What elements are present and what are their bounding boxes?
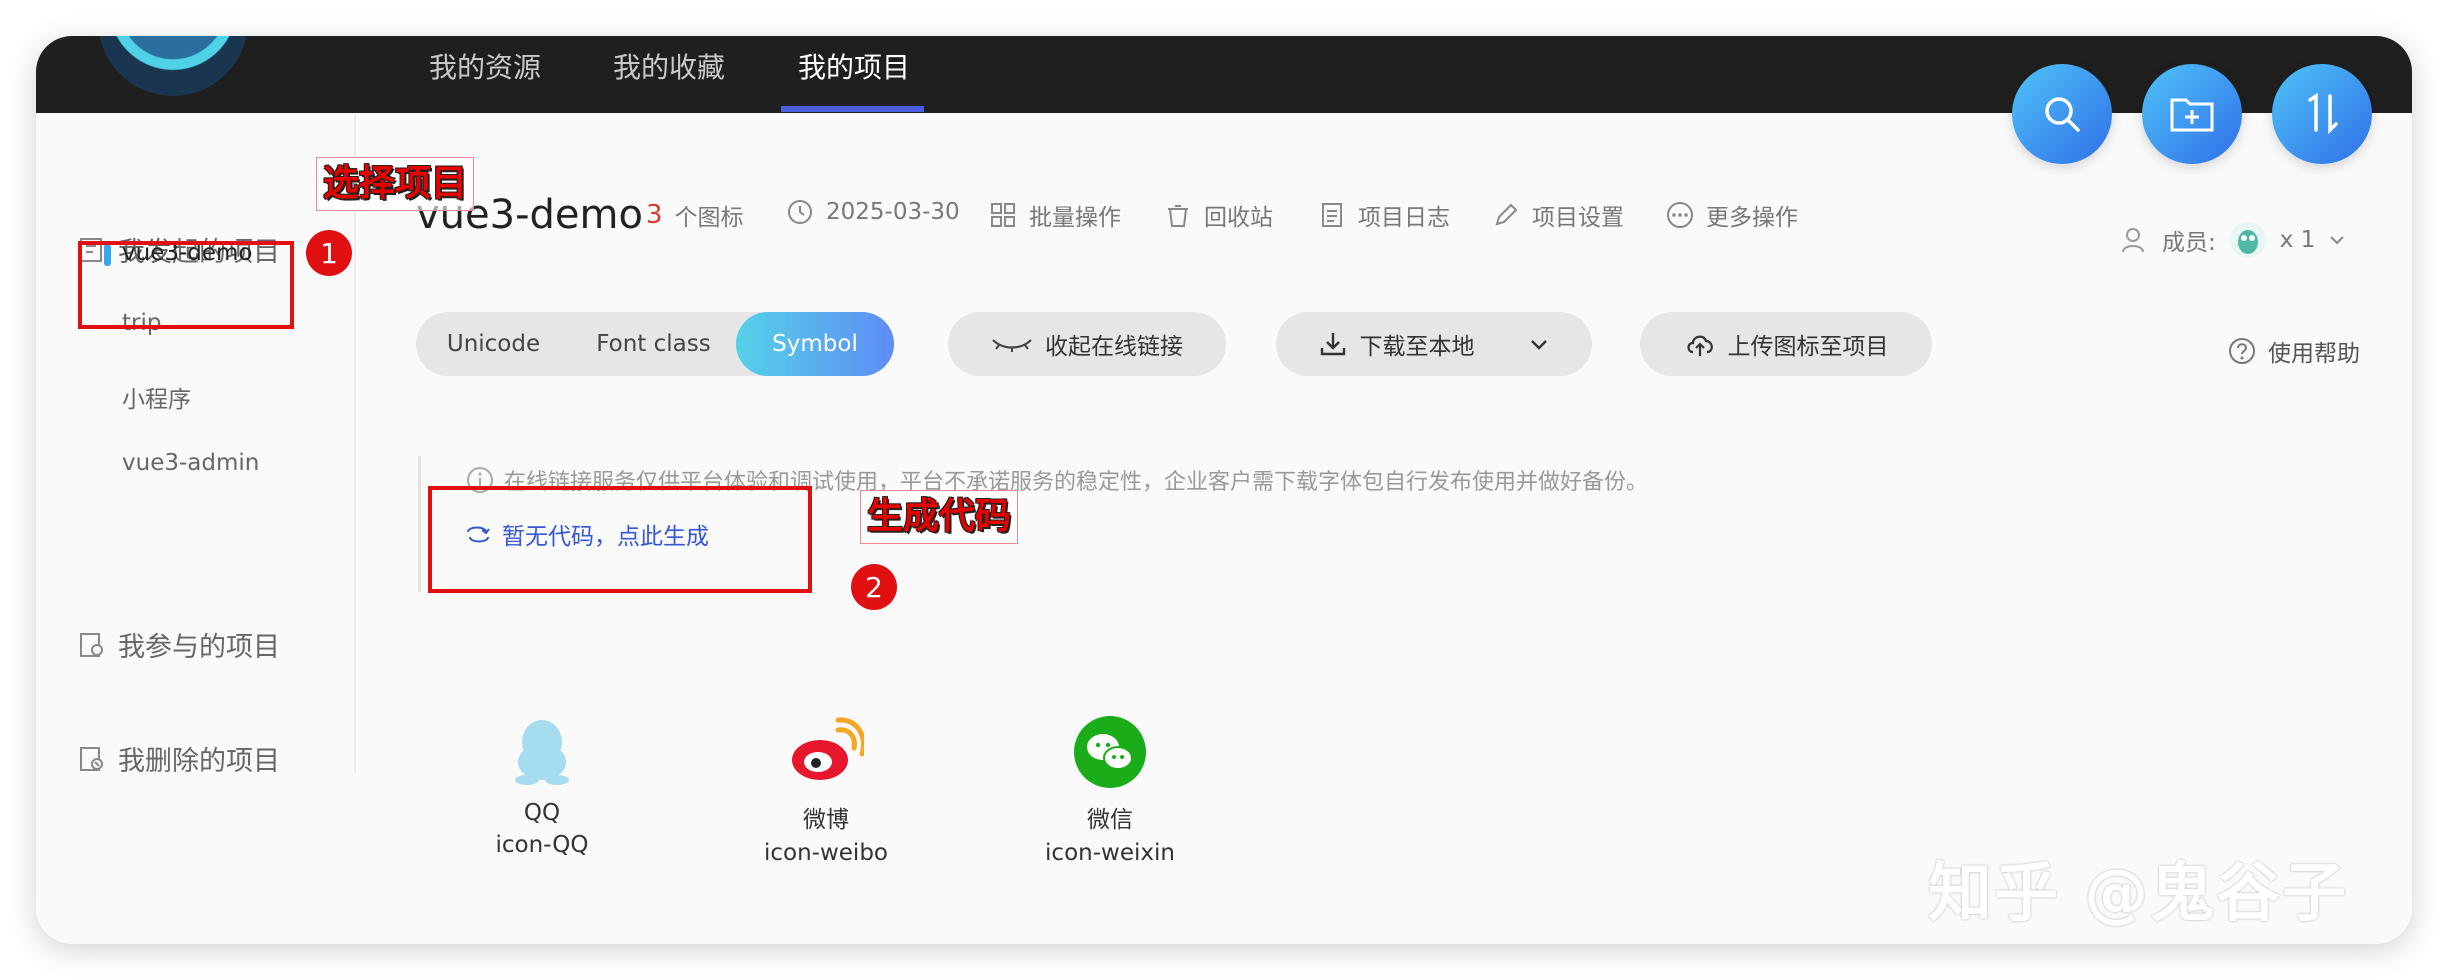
annotation-badge-1: 1 xyxy=(306,230,352,276)
folder-add-icon xyxy=(2170,98,2214,132)
annotation-box-generate-code xyxy=(428,486,812,593)
search-button[interactable] xyxy=(2012,64,2112,164)
batch-ops-button[interactable]: 批量操作 xyxy=(989,198,1121,232)
project-settings-button[interactable]: 项目设置 xyxy=(1492,198,1624,232)
help-label: 使用帮助 xyxy=(2268,341,2360,367)
nav-my-resources[interactable]: 我的资源 xyxy=(429,46,541,86)
deleted-icon xyxy=(80,746,103,771)
batch-ops-label: 批量操作 xyxy=(1029,205,1121,231)
weibo-icon xyxy=(792,717,864,780)
sidebar-project-miniprogram[interactable]: 小程序 xyxy=(122,380,191,414)
annotation-label-select-project: 选择项目 xyxy=(316,157,475,211)
qq-icon xyxy=(515,720,569,785)
icon-count-unit: 个图标 xyxy=(674,205,744,231)
project-date-text: 2025-03-30 xyxy=(826,199,960,225)
sidebar: 我发起的项目 vue3-demo trip 小程序 vue3-admin 我参与… xyxy=(36,113,356,777)
new-folder-button[interactable] xyxy=(2142,64,2242,164)
user-icon xyxy=(2122,228,2144,253)
nav-my-projects[interactable]: 我的项目 xyxy=(798,46,910,86)
edit-icon xyxy=(1495,203,1518,226)
grid-icon xyxy=(991,203,1015,227)
collapse-link-label: 收起在线链接 xyxy=(1045,334,1183,360)
sidebar-group-label: 我参与的项目 xyxy=(118,632,280,663)
icon-name: QQ xyxy=(523,800,561,826)
eye-closed-icon xyxy=(992,339,1032,352)
upload-icons-button[interactable]: 上传图标至项目 xyxy=(1640,312,1932,376)
icon-card-qq[interactable]: QQ icon-QQ xyxy=(442,716,642,858)
annotation-badge-2: 2 xyxy=(851,564,897,610)
watermark: 知乎 @鬼谷子 xyxy=(1928,857,2349,931)
sort-icon xyxy=(2308,92,2338,135)
site-logo[interactable] xyxy=(98,36,248,96)
clock-icon xyxy=(788,200,812,224)
annotation-box-select-project xyxy=(78,241,294,329)
log-icon xyxy=(1322,203,1342,227)
download-label: 下载至本地 xyxy=(1359,334,1475,360)
more-actions-button[interactable]: 更多操作 xyxy=(1666,198,1798,232)
nav-active-indicator xyxy=(781,106,924,112)
help-link[interactable]: 使用帮助 xyxy=(2228,334,2360,368)
download-icon xyxy=(1320,333,1345,356)
icon-name: 微信 xyxy=(1087,807,1133,833)
icon-count: 3 个图标 xyxy=(646,198,744,232)
project-log-button[interactable]: 项目日志 xyxy=(1318,198,1450,232)
recycle-bin-label: 回收站 xyxy=(1204,205,1273,231)
app-window: 我的资源 我的收藏 我的项目 我发起的项目 vue3-demo trip 小程序… xyxy=(36,36,2412,944)
sort-button[interactable] xyxy=(2272,64,2372,164)
recycle-bin-button[interactable]: 回收站 xyxy=(1164,198,1273,232)
more-icon xyxy=(1667,202,1693,228)
sidebar-group-participated[interactable]: 我参与的项目 xyxy=(78,625,280,664)
participated-icon xyxy=(80,632,103,657)
nav-my-favorites[interactable]: 我的收藏 xyxy=(613,46,725,86)
project-date: 2025-03-30 xyxy=(786,198,960,226)
avatar xyxy=(2229,222,2266,258)
format-tabs: Unicode Font class Symbol xyxy=(416,312,894,376)
members-count: x 1 xyxy=(2279,227,2316,253)
tab-unicode[interactable]: Unicode xyxy=(416,312,571,376)
icon-code: icon-QQ xyxy=(495,832,589,858)
download-button[interactable]: 下载至本地 xyxy=(1276,312,1592,376)
chevron-down-icon xyxy=(2330,236,2345,245)
upload-icons-label: 上传图标至项目 xyxy=(1727,334,1889,360)
annotation-label-generate-code: 生成代码 xyxy=(860,490,1019,544)
icon-count-number: 3 xyxy=(646,200,663,230)
more-actions-label: 更多操作 xyxy=(1706,205,1798,231)
members-dropdown[interactable]: 成员: x 1 xyxy=(2120,220,2347,260)
sidebar-group-deleted[interactable]: 我删除的项目 xyxy=(78,739,280,778)
sidebar-project-vue3-admin[interactable]: vue3-admin xyxy=(122,450,259,476)
search-icon xyxy=(2045,97,2080,132)
question-icon xyxy=(2229,338,2255,364)
icon-code: icon-weibo xyxy=(763,840,888,866)
icon-name: 微博 xyxy=(803,807,849,833)
icon-card-weibo[interactable]: 微博 icon-weibo xyxy=(726,716,926,866)
members-label: 成员: xyxy=(2162,230,2216,256)
sidebar-group-label: 我删除的项目 xyxy=(118,746,280,777)
project-settings-label: 项目设置 xyxy=(1532,205,1624,231)
tab-symbol[interactable]: Symbol xyxy=(736,312,894,376)
wechat-icon xyxy=(1074,716,1146,788)
chevron-down-icon xyxy=(1530,340,1547,350)
cloud-upload-icon xyxy=(1686,335,1713,356)
collapse-link-button[interactable]: 收起在线链接 xyxy=(948,312,1226,376)
project-log-label: 项目日志 xyxy=(1358,205,1450,231)
trash-icon xyxy=(1168,205,1188,227)
icon-code: icon-weixin xyxy=(1045,840,1175,866)
icon-card-weixin[interactable]: 微信 icon-weixin xyxy=(1010,716,1210,866)
tab-font-class[interactable]: Font class xyxy=(571,312,736,376)
